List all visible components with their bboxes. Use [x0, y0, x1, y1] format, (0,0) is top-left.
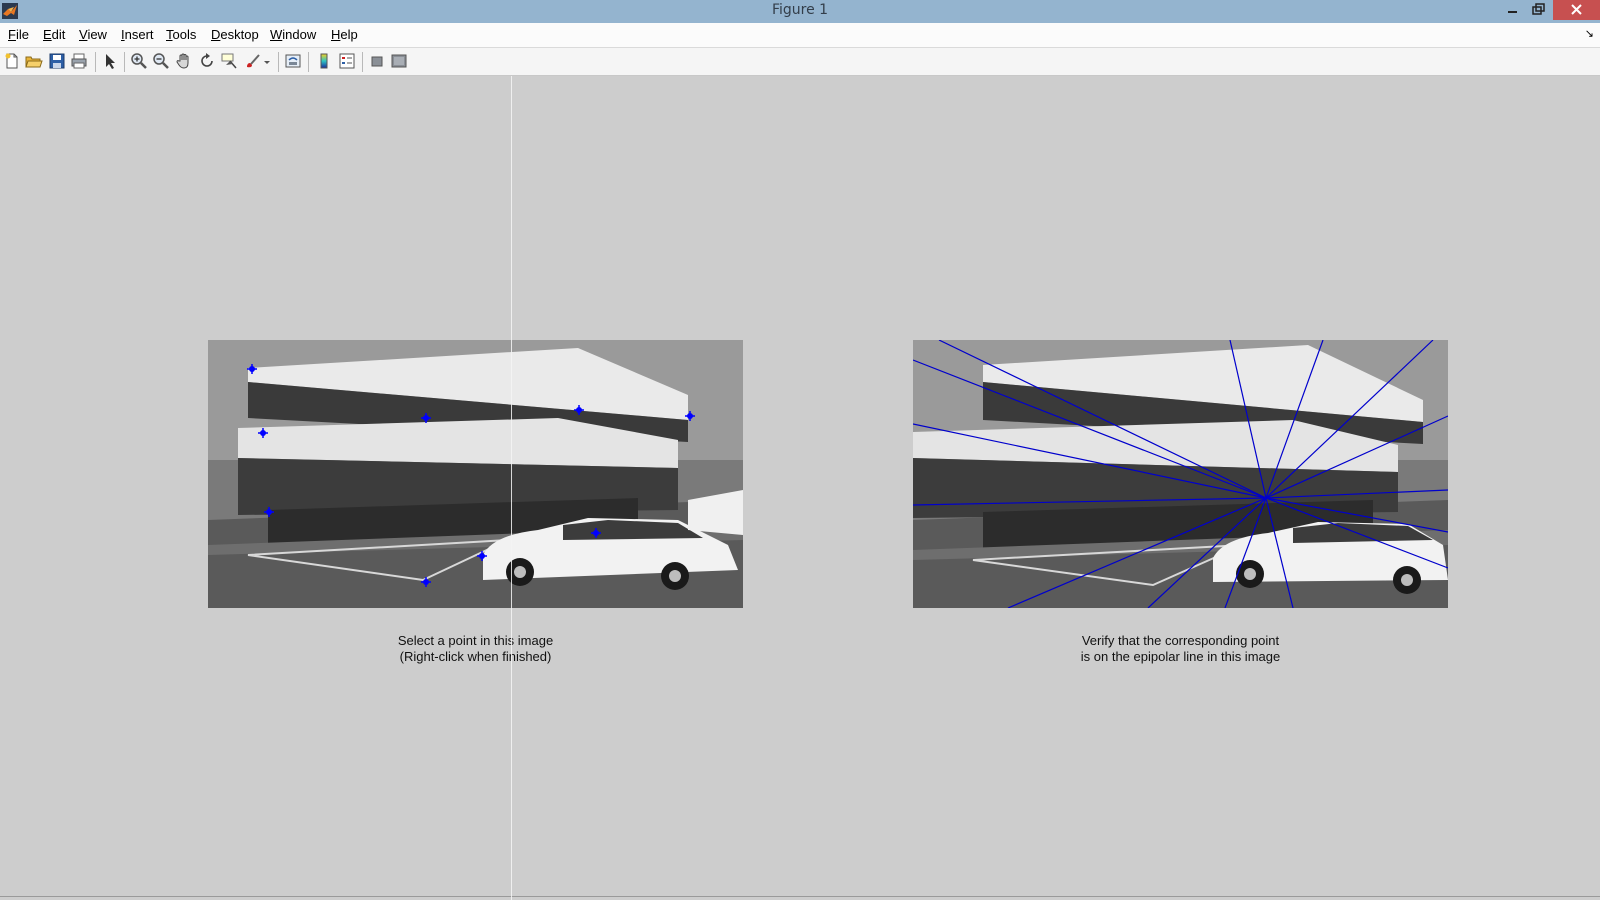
brush-icon[interactable] — [244, 52, 262, 70]
epipolar-line — [913, 497, 1267, 506]
selected-point-marker — [258, 428, 268, 438]
selected-point-marker — [264, 507, 274, 517]
epipolar-line — [1229, 340, 1267, 499]
selected-point-marker — [477, 551, 487, 561]
left-image-axes[interactable] — [208, 340, 743, 608]
menu-help[interactable]: Help — [331, 27, 358, 42]
window-bottom-border — [0, 896, 1600, 897]
toolbar-separator — [362, 52, 363, 72]
epipolar-line — [1265, 497, 1294, 608]
menu-view[interactable]: View — [79, 27, 107, 42]
left-caption-line-1: Select a point in this image — [397, 633, 554, 648]
insert-legend-icon[interactable] — [338, 52, 356, 70]
toolbar-separator — [308, 52, 309, 72]
epipolar-line — [1265, 489, 1448, 499]
show-plot-tools-icon[interactable] — [390, 52, 408, 70]
open-file-icon[interactable] — [25, 52, 43, 70]
selected-point-marker — [421, 577, 431, 587]
epipolar-line — [1265, 340, 1434, 499]
right-image-axes[interactable] — [913, 340, 1448, 608]
close-button[interactable] — [1553, 0, 1600, 20]
right-image-caption: Verify that the corresponding point is o… — [913, 633, 1448, 665]
left-caption-line-2: (Right-click when finished) — [399, 649, 552, 664]
dock-figure-icon[interactable]: ↘ — [1585, 27, 1594, 40]
epipolar-line — [938, 340, 1267, 499]
menu-edit[interactable]: Edit — [43, 27, 65, 42]
figure-toolbar — [0, 48, 1600, 76]
menu-window[interactable]: Window — [270, 27, 316, 42]
epipolar-line — [1007, 497, 1267, 608]
epipolar-line — [1265, 497, 1448, 569]
insert-colorbar-icon[interactable] — [315, 52, 333, 70]
epipolar-line — [913, 423, 1267, 499]
epipolar-line — [1265, 497, 1448, 533]
restore-button[interactable] — [1523, 0, 1553, 20]
menu-file[interactable]: File — [8, 27, 29, 42]
save-figure-icon[interactable] — [48, 52, 66, 70]
zoom-in-icon[interactable] — [130, 52, 148, 70]
menu-desktop[interactable]: Desktop — [211, 27, 259, 42]
right-caption-line-2: is on the epipolar line in this image — [1080, 649, 1281, 664]
selected-point-marker — [421, 413, 431, 423]
menu-bar: File Edit View Insert Tools Desktop Wind… — [0, 23, 1600, 48]
right-caption-line-1: Verify that the corresponding point — [1081, 633, 1280, 648]
selected-points-overlay — [247, 364, 695, 587]
epipolar-lines-overlay — [913, 340, 1448, 608]
selected-point-marker — [591, 528, 601, 538]
selected-point-marker — [247, 364, 257, 374]
pan-hand-icon[interactable] — [175, 52, 193, 70]
window-title-bar: Figure 1 — [0, 0, 1600, 23]
selected-point-marker — [574, 405, 584, 415]
epipolar-line — [913, 359, 1267, 499]
print-figure-icon[interactable] — [70, 52, 88, 70]
edit-plot-arrow-icon[interactable] — [101, 52, 119, 70]
new-figure-icon[interactable] — [3, 52, 21, 70]
link-plot-icon[interactable] — [284, 52, 302, 70]
brush-dropdown-icon[interactable] — [262, 52, 272, 70]
rotate-3d-icon[interactable] — [198, 52, 216, 70]
data-cursor-icon[interactable] — [221, 52, 239, 70]
close-icon — [1571, 4, 1582, 15]
epipolar-line — [1265, 340, 1324, 499]
selected-point-marker — [685, 411, 695, 421]
zoom-out-icon[interactable] — [152, 52, 170, 70]
left-image-caption: Select a point in this image (Right-clic… — [208, 633, 743, 665]
menu-insert[interactable]: Insert — [121, 27, 154, 42]
toolbar-separator — [95, 52, 96, 72]
epipolar-line — [1224, 497, 1267, 608]
toolbar-separator — [278, 52, 279, 72]
hide-plot-tools-icon[interactable] — [368, 52, 386, 70]
restore-icon — [1532, 3, 1545, 15]
menu-tools[interactable]: Tools — [166, 27, 196, 42]
window-title: Figure 1 — [771, 2, 829, 18]
epipolar-line — [1147, 497, 1267, 608]
epipolar-line — [1265, 415, 1448, 499]
toolbar-separator — [124, 52, 125, 72]
crosshair-cursor-line — [511, 76, 512, 900]
